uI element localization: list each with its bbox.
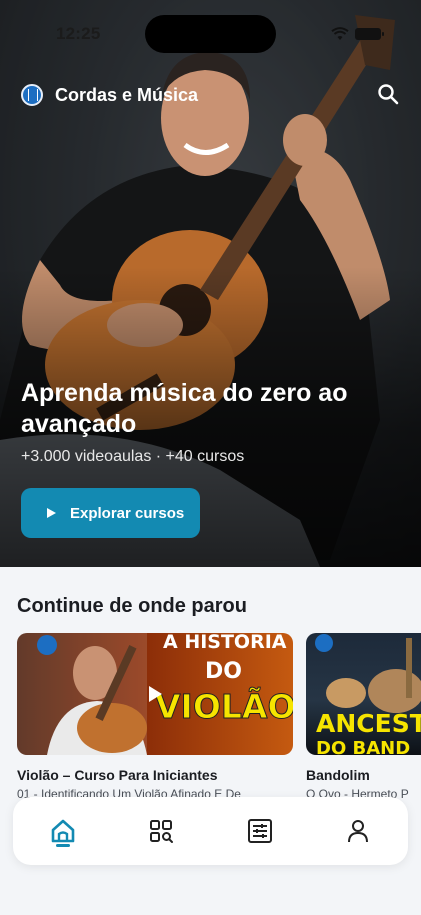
thumbnail-heading-2: DO — [205, 659, 242, 684]
status-icons — [331, 27, 384, 41]
logo-icon[interactable] — [21, 84, 43, 106]
app-title: Cordas e Música — [55, 85, 199, 105]
status-bar: 12:25 — [0, 0, 421, 53]
course-thumbnail[interactable]: ANCESTRA DO BAND — [306, 633, 421, 755]
hero-title: Aprenda música do zero ao avançado — [21, 379, 348, 438]
hero-banner: 12:25 Cordas e Música Aprenda música do … — [0, 0, 421, 567]
tab-catalog[interactable] — [141, 811, 181, 851]
search-icon[interactable] — [377, 83, 399, 105]
course-title: Bandolim — [306, 767, 370, 783]
bottom-tab-bar — [13, 797, 408, 865]
continue-section-title: Continue de onde parou — [17, 595, 247, 617]
battery-icon — [355, 28, 384, 40]
thumbnail-heading-1: A HISTÓRIA — [163, 633, 287, 653]
course-thumbnail[interactable]: A HISTÓRIA DO VIOLÃO — [17, 633, 293, 755]
profile-icon — [348, 820, 368, 843]
catalog-search-icon — [150, 820, 173, 843]
tab-lists[interactable] — [240, 811, 280, 851]
course-title: Violão – Curso Para Iniciantes — [17, 767, 218, 783]
thumbnail-heading-2: DO BAND — [316, 738, 411, 755]
status-time: 12:25 — [56, 24, 101, 43]
tab-profile[interactable] — [338, 811, 378, 851]
hero-subtitle: +3.000 videoaulas · +40 cursos — [21, 448, 245, 465]
home-icon — [51, 819, 75, 843]
wifi-icon — [331, 27, 349, 40]
explore-courses-label: Explorar cursos — [70, 504, 185, 522]
thumbnail-heading-3: VIOLÃO — [155, 687, 293, 727]
app-bar: Cordas e Música — [0, 80, 421, 112]
thumbnail-heading-1: ANCESTRA — [316, 709, 421, 738]
list-settings-icon — [248, 819, 272, 843]
active-tab-indicator — [56, 844, 70, 847]
explore-courses-button[interactable]: Explorar cursos — [21, 488, 200, 538]
course-card-violao[interactable]: A HISTÓRIA DO VIOLÃO Violão – Curso Para… — [17, 633, 293, 801]
course-card-bandolim[interactable]: ANCESTRA DO BAND Bandolim O Ovo - Hermet… — [306, 633, 421, 801]
continue-carousel[interactable]: A HISTÓRIA DO VIOLÃO Violão – Curso Para… — [17, 633, 421, 803]
dynamic-island — [145, 15, 276, 53]
play-icon — [47, 508, 56, 518]
thumbnail-play-icon — [149, 686, 162, 702]
